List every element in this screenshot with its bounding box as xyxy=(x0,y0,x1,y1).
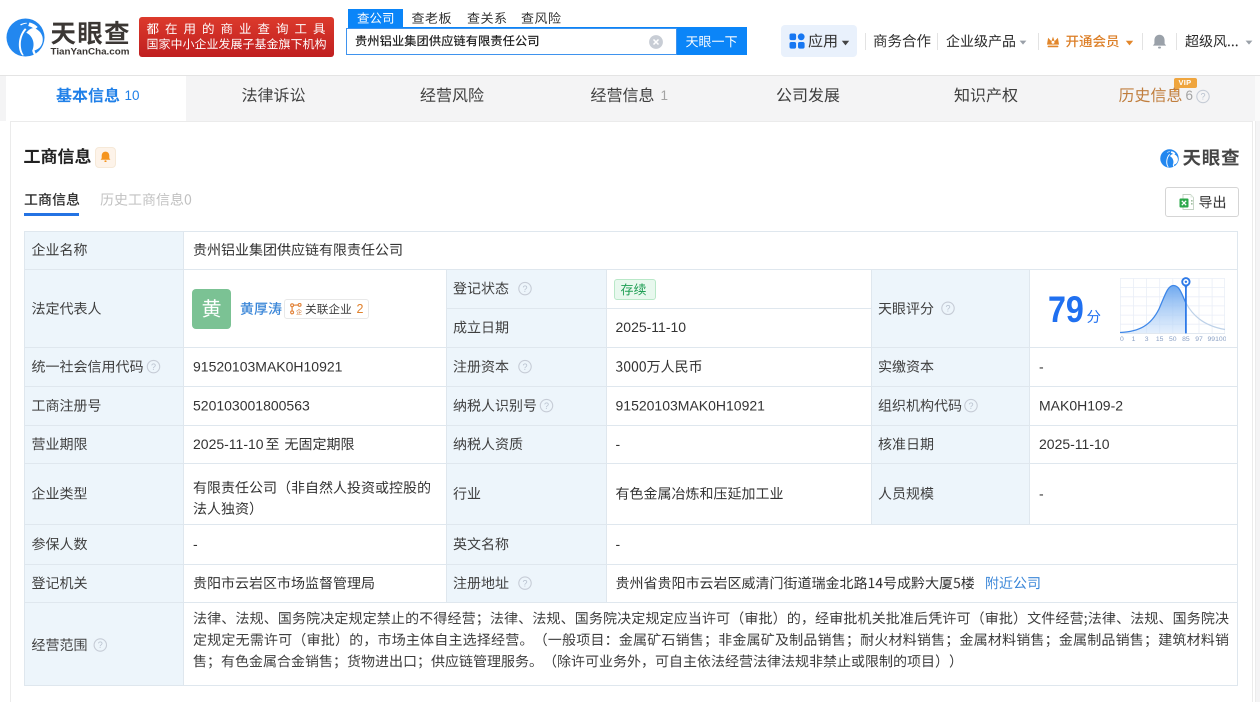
svg-text:91520103MAK0H10921: 91520103MAK0H10921 xyxy=(616,397,766,413)
svg-text:MAK0H109-2: MAK0H109-2 xyxy=(1039,397,1123,413)
svg-text:2025-11-10: 2025-11-10 xyxy=(1039,436,1110,452)
svg-text:?: ? xyxy=(151,362,156,372)
svg-text:?: ? xyxy=(522,362,527,372)
svg-text:520103001800563: 520103001800563 xyxy=(193,397,310,413)
svg-text:-: - xyxy=(1039,485,1044,501)
svg-text:VIP: VIP xyxy=(1179,78,1192,87)
svg-text:-: - xyxy=(616,536,621,552)
svg-text:?: ? xyxy=(98,640,103,650)
svg-text:?: ? xyxy=(522,284,527,294)
svg-text:TianYanCha.com: TianYanCha.com xyxy=(51,46,130,56)
svg-text:2: 2 xyxy=(357,302,364,316)
svg-text:6: 6 xyxy=(1186,88,1194,103)
svg-text:2025-11-10: 2025-11-10 xyxy=(616,319,687,335)
svg-text:?: ? xyxy=(1200,92,1205,102)
svg-text:1: 1 xyxy=(661,88,669,103)
svg-text:79: 79 xyxy=(1048,289,1084,331)
svg-text:-: - xyxy=(616,436,621,452)
svg-text:91520103MAK0H10921: 91520103MAK0H10921 xyxy=(193,358,343,374)
svg-text:?: ? xyxy=(522,578,527,588)
svg-text:?: ? xyxy=(544,401,549,411)
svg-text:10: 10 xyxy=(125,88,140,103)
svg-text:-: - xyxy=(193,536,198,552)
svg-text:?: ? xyxy=(945,304,950,314)
svg-text:?: ? xyxy=(968,401,973,411)
svg-text:2025-11-10: 2025-11-10 xyxy=(193,436,264,452)
svg-text:-: - xyxy=(1039,358,1044,374)
